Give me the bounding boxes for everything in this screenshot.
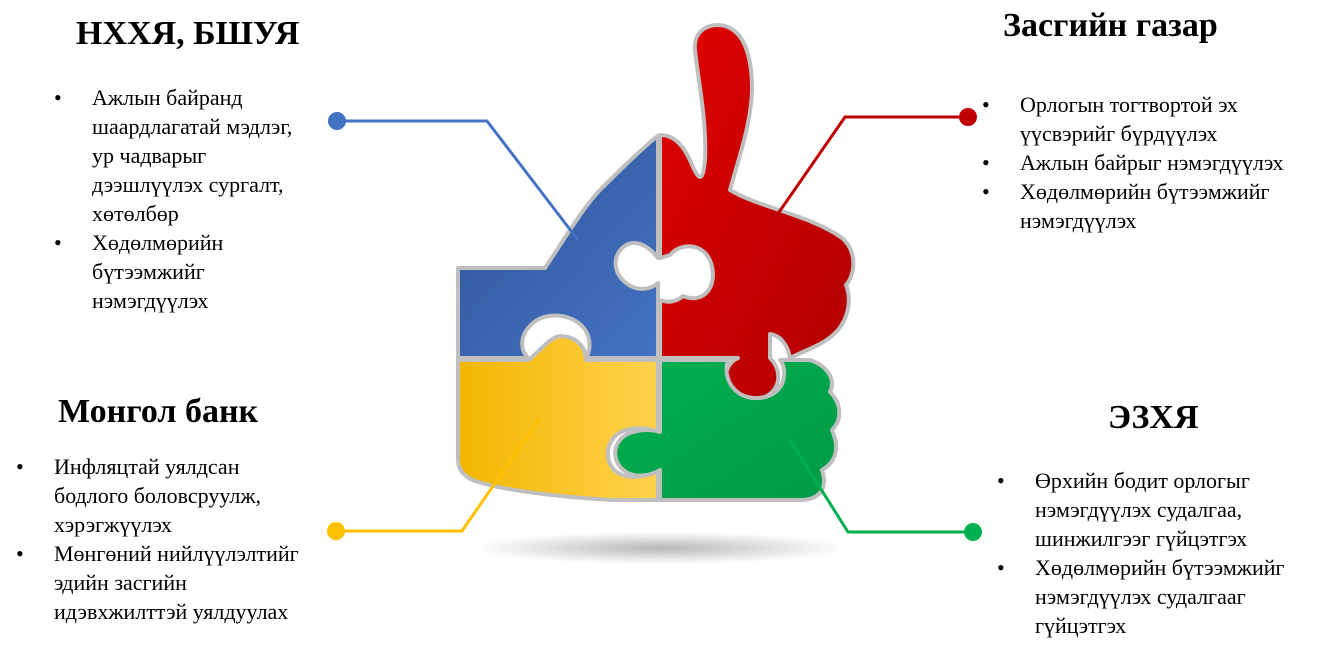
list-item: Ажлын байранд шаардлагатай мэдлэг, ур ча… — [54, 83, 309, 228]
shadow — [470, 532, 850, 564]
connector-dot-red — [959, 108, 977, 126]
list-item: Ажлын байрыг нэмэгдүүлэх — [982, 148, 1317, 177]
heading-nkhkhya-bshuya: НХХЯ, БШУЯ — [76, 15, 300, 52]
list-item: Мөнгөний нийлүүлэлтийг эдийн засгийн идэ… — [16, 539, 316, 626]
puzzle-piece-red — [658, 23, 856, 402]
connector-dot-yellow — [327, 522, 345, 540]
puzzle-piece-blue — [456, 134, 660, 360]
puzzle-piece-yellow — [456, 334, 660, 502]
connector-dot-blue — [328, 112, 346, 130]
list-item: Орлогын тогтвортой эх үүсвэрийг бүрдүүлэ… — [982, 90, 1317, 148]
list-mongol-bank: Инфляцтай уялдсан бодлого боловсруулж, х… — [16, 452, 316, 626]
connector-blue — [337, 119, 580, 241]
list-item: Хөдөлмөрийн бүтээмжийг нэмэгдүүлэх судал… — [997, 553, 1315, 640]
heading-mongol-bank: Монгол банк — [58, 393, 259, 430]
list-item: Өрхийн бодит орлогыг нэмэгдүүлэх судалга… — [997, 466, 1315, 553]
list-zasgiin-gazar: Орлогын тогтвортой эх үүсвэрийг бүрдүүлэ… — [982, 90, 1317, 235]
heading-ezkhya: ЭЗХЯ — [1108, 399, 1199, 436]
connector-dot-green — [964, 523, 982, 541]
list-nkhkhya-bshuya: Ажлын байранд шаардлагатай мэдлэг, ур ча… — [54, 83, 309, 315]
list-item: Инфляцтай уялдсан бодлого боловсруулж, х… — [16, 452, 316, 539]
connector-red — [773, 115, 968, 219]
list-ezkhya: Өрхийн бодит орлогыг нэмэгдүүлэх судалга… — [997, 466, 1315, 640]
list-item: Хөдөлмөрийн бүтээмжийг нэмэгдүүлэх — [982, 177, 1317, 235]
list-item: Хөдөлмөрийн бүтээмжийг нэмэгдүүлэх — [54, 228, 309, 315]
heading-zasgiin-gazar: Засгийн газар — [1003, 7, 1218, 44]
